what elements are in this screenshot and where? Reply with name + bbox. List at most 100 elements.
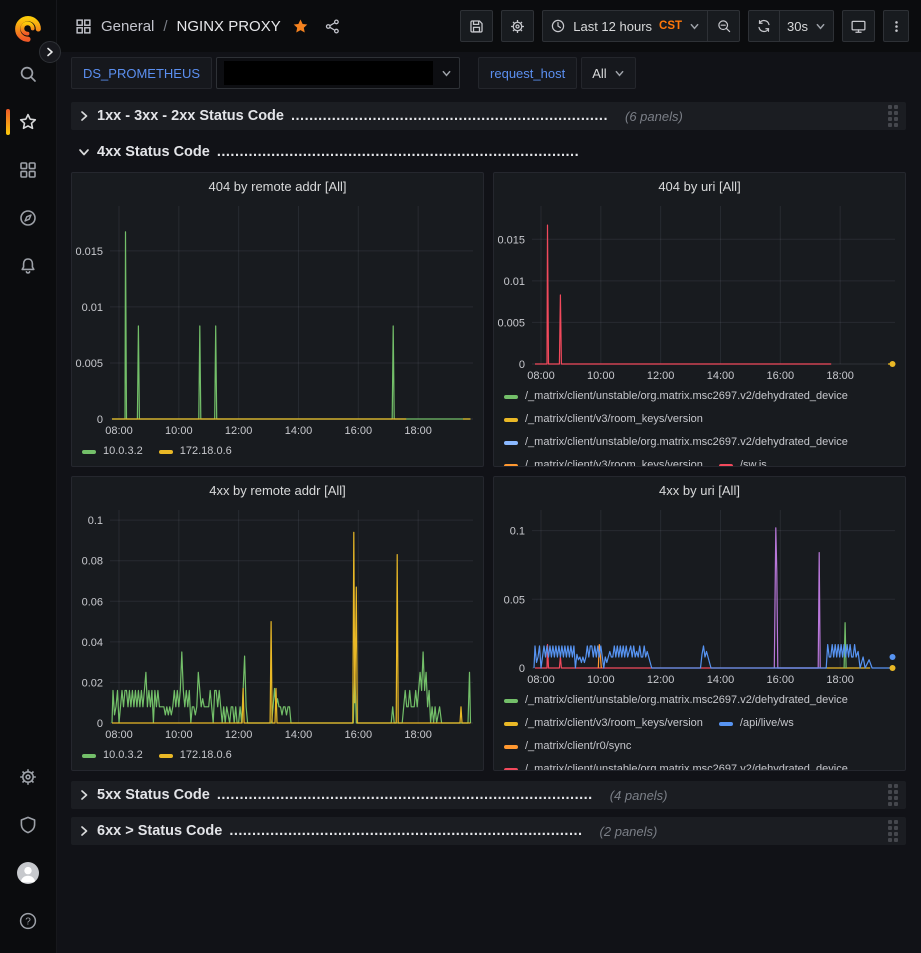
kebab-icon <box>889 18 904 35</box>
dashboard-title: NGINX PROXY <box>177 18 281 35</box>
legend-item[interactable]: 10.0.3.2 <box>82 744 143 767</box>
legend-item[interactable]: /_matrix/client/v3/room_keys/version <box>504 454 703 467</box>
favorite-star-icon[interactable] <box>292 18 309 35</box>
tv-icon <box>850 18 867 35</box>
sidebar: ? <box>0 0 57 953</box>
drag-handle-icon[interactable] <box>888 820 898 842</box>
svg-text:10:00: 10:00 <box>587 370 615 382</box>
legend-item[interactable]: /_matrix/client/r0/sync <box>504 735 631 758</box>
legend-swatch <box>504 441 518 445</box>
dashboard-panel: 4xx by uri [All] 08:0010:0012:0014:0016:… <box>493 476 906 771</box>
sidebar-expand-button[interactable] <box>39 41 61 63</box>
apps-grid-icon <box>75 18 92 35</box>
save-dashboard-button[interactable] <box>460 10 493 42</box>
legend-swatch <box>719 464 733 468</box>
row-title: 6xx > Status Code <box>97 823 222 839</box>
svg-text:10:00: 10:00 <box>165 425 193 437</box>
legend-item[interactable]: /api/live/ws <box>719 712 794 735</box>
sidebar-item-help[interactable]: ? <box>4 897 52 945</box>
time-range-picker[interactable]: Last 12 hours CST <box>542 10 708 42</box>
svg-text:14:00: 14:00 <box>707 370 735 382</box>
legend-item[interactable]: /_matrix/client/unstable/org.matrix.msc2… <box>504 431 848 454</box>
main-area: General / NGINX PROXY <box>57 0 921 953</box>
legend-item[interactable]: 10.0.3.2 <box>82 440 143 463</box>
row-title: 1xx - 3xx - 2xx Status Code <box>97 108 284 124</box>
panel-legend: 10.0.3.2 172.18.0.6 <box>72 439 483 463</box>
svg-text:08:00: 08:00 <box>527 370 555 382</box>
legend-swatch <box>504 768 518 772</box>
legend-item[interactable]: /_matrix/client/unstable/org.matrix.msc2… <box>504 689 848 712</box>
time-series-chart[interactable]: 08:0010:0012:0014:0016:0018:0000.050.1 <box>494 503 905 688</box>
request-host-variable-value[interactable]: All <box>581 57 635 89</box>
panel-header[interactable]: 404 by remote addr [All] <box>72 173 483 199</box>
sidebar-item-starred[interactable] <box>4 98 52 146</box>
more-options-button[interactable] <box>883 10 909 42</box>
datasource-variable-label[interactable]: DS_PROMETHEUS <box>71 57 212 89</box>
sidebar-bottom-nav: ? <box>4 753 52 945</box>
sidebar-item-explore[interactable] <box>4 194 52 242</box>
legend-item[interactable]: 172.18.0.6 <box>159 440 232 463</box>
share-icon[interactable] <box>324 18 341 35</box>
svg-text:08:00: 08:00 <box>105 729 133 741</box>
dashboard-toolbar: Last 12 hours CST 30s <box>460 10 909 42</box>
sidebar-item-profile[interactable] <box>4 849 52 897</box>
panel-header[interactable]: 404 by uri [All] <box>494 173 905 199</box>
legend-item[interactable]: 172.18.0.6 <box>159 744 232 767</box>
drag-handle-icon[interactable] <box>888 784 898 806</box>
legend-item[interactable]: /_matrix/client/v3/room_keys/version <box>504 712 703 735</box>
sidebar-item-server-admin[interactable] <box>4 801 52 849</box>
row-6xx-status-code[interactable]: 6xx > Status Code ......................… <box>71 817 906 845</box>
svg-text:?: ? <box>25 917 31 928</box>
svg-text:12:00: 12:00 <box>225 425 253 437</box>
legend-item[interactable]: /sw.js <box>719 454 767 467</box>
zoom-out-time-button[interactable] <box>708 10 740 42</box>
time-series-chart[interactable]: 08:0010:0012:0014:0016:0018:0000.0050.01… <box>494 199 905 384</box>
legend-label: 10.0.3.2 <box>103 744 143 767</box>
row-5xx-status-code[interactable]: 5xx Status Code ........................… <box>71 781 906 809</box>
legend-swatch <box>504 745 518 749</box>
time-series-chart[interactable]: 08:0010:0012:0014:0016:0018:0000.020.040… <box>72 503 483 743</box>
dashboard-settings-button[interactable] <box>501 10 534 42</box>
request-host-variable-label[interactable]: request_host <box>478 57 577 89</box>
legend-item[interactable]: /_matrix/client/v3/room_keys/version <box>504 408 703 431</box>
datasource-variable-value[interactable] <box>216 57 460 89</box>
breadcrumb: General / NGINX PROXY <box>75 18 341 35</box>
sidebar-item-configuration[interactable] <box>4 753 52 801</box>
drag-handle-icon[interactable] <box>888 105 898 127</box>
search-icon <box>18 64 38 84</box>
breadcrumb-folder[interactable]: General <box>101 18 154 35</box>
panel-header[interactable]: 4xx by uri [All] <box>494 477 905 503</box>
svg-text:08:00: 08:00 <box>105 425 133 437</box>
row-1xx-3xx-2xx-status-code[interactable]: 1xx - 3xx - 2xx Status Code ............… <box>71 102 906 130</box>
legend-label: /_matrix/client/v3/room_keys/version <box>525 408 703 431</box>
legend-label: /sw.js <box>740 454 767 467</box>
panel-title[interactable]: 404 by remote addr [All] <box>208 179 346 194</box>
time-series-chart[interactable]: 08:0010:0012:0014:0016:0018:0000.0050.01… <box>72 199 483 439</box>
legend-label: 172.18.0.6 <box>180 744 232 767</box>
grafana-logo-icon <box>13 12 43 44</box>
sidebar-item-dashboards[interactable] <box>4 146 52 194</box>
legend-label: /_matrix/client/unstable/org.matrix.msc2… <box>525 385 848 408</box>
timezone-label: CST <box>659 20 682 32</box>
legend-swatch <box>82 754 96 758</box>
refresh-button[interactable] <box>748 10 780 42</box>
legend-swatch <box>504 464 518 468</box>
refresh-interval-picker[interactable]: 30s <box>780 10 834 42</box>
row-4xx-status-code[interactable]: 4xx Status Code ........................… <box>71 138 906 166</box>
legend-item[interactable]: /_matrix/client/unstable/org.matrix.msc2… <box>504 758 848 771</box>
cycle-view-mode-button[interactable] <box>842 10 875 42</box>
panel-title[interactable]: 4xx by uri [All] <box>659 483 740 498</box>
legend-item[interactable]: /_matrix/client/unstable/org.matrix.msc2… <box>504 385 848 408</box>
svg-text:0.08: 0.08 <box>82 556 103 568</box>
panel-header[interactable]: 4xx by remote addr [All] <box>72 477 483 503</box>
svg-text:0.1: 0.1 <box>88 515 103 527</box>
row-title: 4xx Status Code <box>97 144 210 160</box>
request-host-selected: All <box>592 66 606 81</box>
panel-title[interactable]: 4xx by remote addr [All] <box>209 483 346 498</box>
svg-text:0.015: 0.015 <box>497 234 525 246</box>
chevron-right-icon <box>78 789 90 801</box>
svg-text:14:00: 14:00 <box>707 674 735 686</box>
panel-title[interactable]: 404 by uri [All] <box>658 179 740 194</box>
sidebar-item-alerting[interactable] <box>4 242 52 290</box>
chevron-right-icon <box>78 825 90 837</box>
